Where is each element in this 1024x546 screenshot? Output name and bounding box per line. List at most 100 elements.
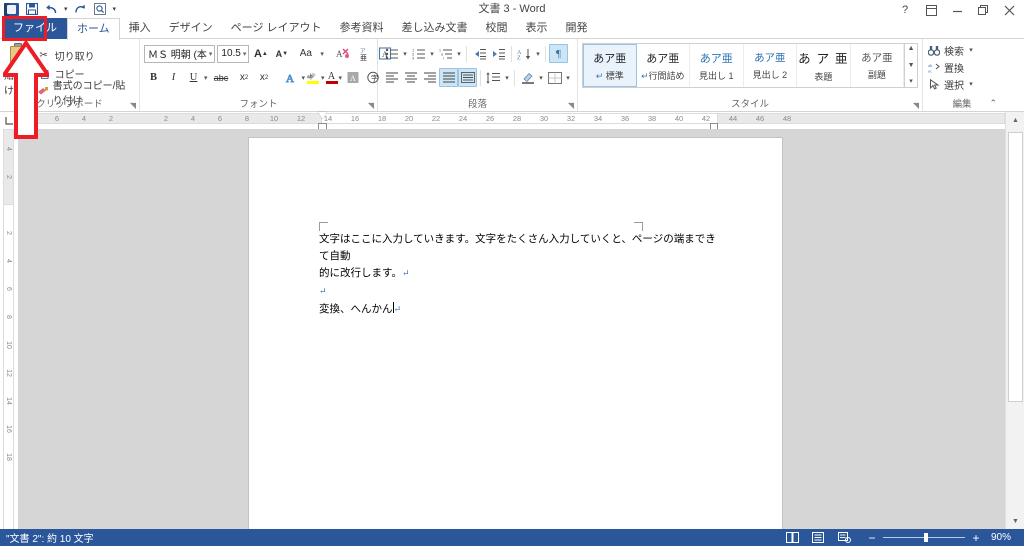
font-name-combo[interactable]: ＭＳ 明朝 (本 ▾ [144,44,216,63]
cut-button[interactable]: ✂ 切り取り [37,48,135,64]
styles-more-icon[interactable]: ▾ [909,78,913,86]
minimize-button[interactable] [944,1,970,19]
borders-button[interactable] [545,68,564,87]
shading-caret-icon[interactable]: ▾ [537,74,545,82]
redo-icon[interactable] [73,2,88,17]
tab-design[interactable]: デザイン [160,18,222,39]
sort-button[interactable]: AZ [515,44,534,63]
style-item-subtitle[interactable]: あア亜 副題 [851,44,905,87]
sort-caret-icon[interactable]: ▾ [534,50,542,58]
document-page[interactable]: 文字はここに入力していきます。文字をたくさん入力していくと、ページの端まできて自… [248,137,783,530]
zoom-level-label[interactable]: 90% [991,532,1017,543]
tab-developer[interactable]: 開発 [557,18,597,39]
read-mode-button[interactable] [779,529,805,546]
zoom-track[interactable] [883,533,965,542]
help-button[interactable]: ? [892,1,918,19]
word-app-icon[interactable] [4,2,19,17]
find-caret-icon[interactable]: ▾ [967,46,975,54]
style-item-heading1[interactable]: あア亜 見出し 1 [690,44,744,87]
horizontal-ruler[interactable]: 8 6 4 2 2 4 6 8 10 12 14 16 18 20 22 24 … [18,112,1005,130]
phonetic-guide-button[interactable]: ア亜 [355,44,374,63]
shading-button[interactable] [518,68,537,87]
shrink-font-button[interactable]: A ▼ [272,44,291,63]
document-canvas[interactable]: 文字はここに入力していきます。文字をたくさん入力していくと、ページの端まできて自… [18,129,1005,530]
tab-home[interactable]: ホーム [67,18,120,40]
styles-scroll-down-icon[interactable]: ▼ [908,62,915,70]
line-spacing-caret-icon[interactable]: ▾ [503,74,511,82]
font-size-combo[interactable]: 10.5 ▾ [217,44,250,63]
align-left-button[interactable] [382,68,401,87]
print-preview-icon[interactable] [93,2,108,17]
print-layout-button[interactable] [805,529,831,546]
italic-button[interactable]: I [164,68,183,87]
paste-button[interactable]: 貼り付け ▾ [4,41,37,103]
text-highlight-button[interactable]: ab [306,68,320,87]
close-button[interactable] [996,1,1022,19]
justify-button[interactable] [439,68,458,87]
numbering-caret-icon[interactable]: ▾ [428,50,436,58]
tab-insert[interactable]: 挿入 [120,18,160,39]
distribute-button[interactable] [458,68,477,87]
vertical-ruler[interactable]: 4 2 2 4 6 8 10 12 14 16 18 [0,129,18,530]
text-highlight-caret-icon[interactable]: ▾ [321,74,325,82]
clear-formatting-button[interactable]: A [334,44,353,63]
underline-caret-icon[interactable]: ▾ [204,74,208,82]
scroll-down-icon[interactable]: ▼ [1006,513,1024,530]
strikethrough-button[interactable]: abc [209,68,234,87]
tab-file[interactable]: ファイル [3,18,67,39]
subscript-button[interactable]: x2 [235,68,254,87]
tab-view[interactable]: 表示 [517,18,557,39]
zoom-out-button[interactable]: − [865,532,879,544]
style-item-title[interactable]: あ ア 亜 表題 [797,44,851,87]
zoom-slider[interactable]: − + [865,532,983,544]
increase-indent-button[interactable] [489,44,508,63]
underline-button[interactable]: U [184,68,203,87]
bold-button[interactable]: B [144,68,163,87]
tab-stop-selector[interactable] [0,112,18,129]
font-color-button[interactable]: A [325,68,338,87]
character-shading-button[interactable]: A [343,68,362,87]
styles-dialog-launcher[interactable]: ◥ [913,101,919,110]
collapse-ribbon-button[interactable]: ⌃ [989,98,997,109]
scrollbar-thumb[interactable] [1008,132,1023,402]
restore-button[interactable] [970,1,996,19]
scroll-up-icon[interactable]: ▲ [1006,112,1024,129]
line-spacing-button[interactable] [484,68,503,87]
multilevel-caret-icon[interactable]: ▾ [455,50,463,58]
bullets-caret-icon[interactable]: ▾ [401,50,409,58]
tab-mailings[interactable]: 差し込み文書 [393,18,477,39]
font-color-caret-icon[interactable]: ▾ [339,74,343,82]
align-right-button[interactable] [420,68,439,87]
customize-qat-icon[interactable]: ▾ [113,5,117,13]
bullets-button[interactable] [382,44,401,63]
align-center-button[interactable] [401,68,420,87]
zoom-thumb[interactable] [923,533,928,542]
grow-font-button[interactable]: A ▲ [251,44,270,63]
change-case-caret-icon[interactable]: ▾ [320,50,324,58]
show-formatting-marks-button[interactable]: ¶ [549,44,568,63]
save-icon[interactable] [24,2,39,17]
select-caret-icon[interactable]: ▾ [967,80,975,88]
style-item-normal[interactable]: あア亜 ↵ 標準 [583,44,637,87]
ribbon-display-options-button[interactable] [918,1,944,19]
clipboard-dialog-launcher[interactable]: ◥ [130,101,136,110]
undo-icon[interactable] [44,2,59,17]
document-text-body[interactable]: 文字はここに入力していきます。文字をたくさん入力していくと、ページの端まできて自… [319,231,719,319]
superscript-button[interactable]: x2 [255,68,274,87]
text-effects-caret-icon[interactable]: ▾ [302,74,306,82]
tab-page-layout[interactable]: ページ レイアウト [222,18,331,39]
font-dialog-launcher[interactable]: ◥ [368,101,374,110]
style-item-heading2[interactable]: あア亜 見出し 2 [744,44,798,87]
find-button[interactable]: 検索 ▾ [927,41,997,58]
zoom-in-button[interactable]: + [969,532,983,544]
text-effects-button[interactable]: A [282,68,301,87]
styles-scroll-up-icon[interactable]: ▲ [908,45,915,53]
paragraph-dialog-launcher[interactable]: ◥ [568,101,574,110]
change-case-button[interactable]: Aa [293,44,318,63]
tab-references[interactable]: 参考資料 [331,18,393,39]
decrease-indent-button[interactable] [470,44,489,63]
vertical-scrollbar[interactable]: ▲ ▼ [1005,112,1024,530]
first-line-indent-marker[interactable] [318,112,327,118]
word-count-status[interactable]: "文書 2": 約 10 文字 [0,530,94,545]
select-button[interactable]: 選択 ▾ [927,75,997,92]
